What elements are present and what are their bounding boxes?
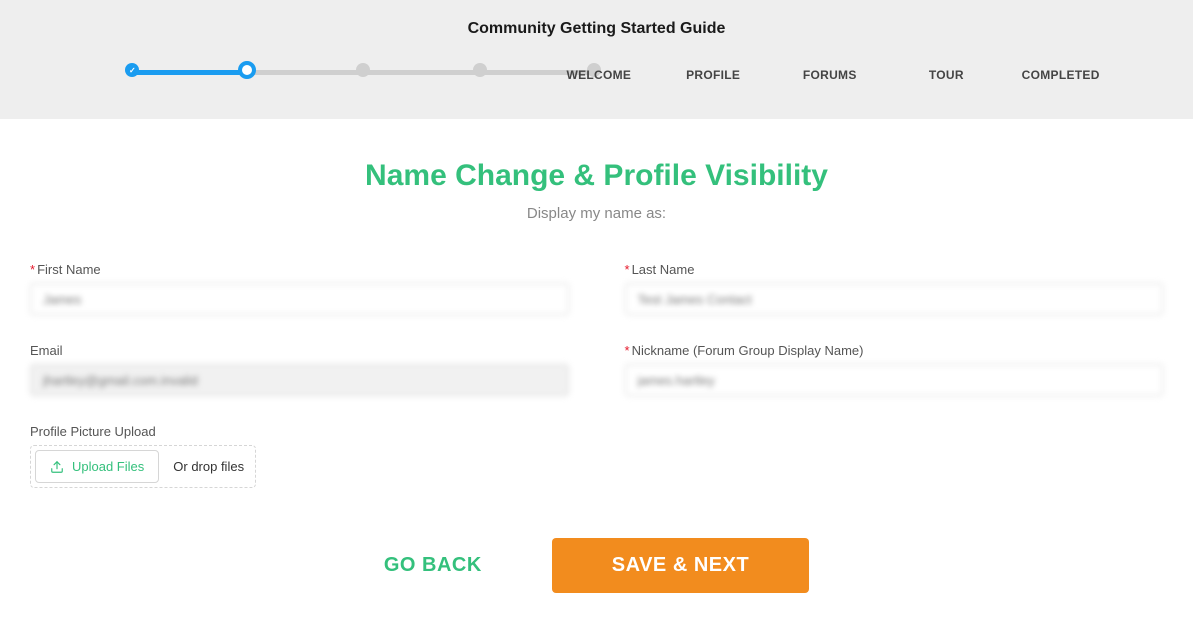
- email-input: [30, 364, 569, 396]
- guide-title: Community Getting Started Guide: [0, 20, 1193, 38]
- nickname-label: *Nickname (Forum Group Display Name): [625, 343, 1164, 358]
- stepper-line-2: [366, 70, 478, 75]
- save-next-button[interactable]: SAVE & NEXT: [552, 538, 809, 593]
- nickname-field-wrap: *Nickname (Forum Group Display Name): [625, 343, 1164, 396]
- stepper-line-1: [249, 70, 361, 75]
- form-actions: GO BACK SAVE & NEXT: [30, 538, 1163, 593]
- last-name-field-wrap: *Last Name: [625, 262, 1164, 315]
- nickname-input[interactable]: [625, 364, 1164, 396]
- page-subtitle: Display my name as:: [30, 205, 1163, 222]
- step-label-profile: PROFILE: [686, 68, 740, 82]
- first-name-label-text: First Name: [37, 262, 101, 277]
- upload-icon: [50, 460, 64, 474]
- stepper-line-0: [132, 70, 246, 75]
- step-label-welcome: WELCOME: [566, 68, 631, 82]
- go-back-button[interactable]: GO BACK: [384, 554, 482, 577]
- last-name-label-text: Last Name: [632, 262, 695, 277]
- main-content: Name Change & Profile Visibility Display…: [0, 119, 1193, 623]
- email-label: Email: [30, 343, 569, 358]
- upload-label: Profile Picture Upload: [30, 424, 1163, 439]
- last-name-input[interactable]: [625, 283, 1164, 315]
- step-node-profile[interactable]: [238, 61, 256, 79]
- step-node-tour[interactable]: [473, 63, 487, 77]
- upload-field-wrap: Profile Picture Upload Upload Files Or d…: [30, 424, 1163, 488]
- step-label-completed: COMPLETED: [1022, 68, 1100, 82]
- progress-stepper: WELCOME PROFILE FORUMS TOUR COMPLETED: [0, 63, 1193, 89]
- nickname-label-text: Nickname (Forum Group Display Name): [632, 343, 864, 358]
- required-asterisk: *: [30, 262, 35, 277]
- upload-files-button[interactable]: Upload Files: [35, 450, 159, 483]
- step-label-forums: FORUMS: [803, 68, 857, 82]
- first-name-label: *First Name: [30, 262, 569, 277]
- header-stepper-section: Community Getting Started Guide WELCOME …: [0, 0, 1193, 119]
- required-asterisk: *: [625, 343, 630, 358]
- step-label-tour: TOUR: [929, 68, 964, 82]
- last-name-label: *Last Name: [625, 262, 1164, 277]
- upload-dropzone[interactable]: Upload Files Or drop files: [30, 445, 256, 488]
- first-name-input[interactable]: [30, 283, 569, 315]
- upload-button-label: Upload Files: [72, 459, 144, 474]
- required-asterisk: *: [625, 262, 630, 277]
- first-name-field-wrap: *First Name: [30, 262, 569, 315]
- drop-files-text: Or drop files: [163, 446, 254, 487]
- email-field-wrap: Email: [30, 343, 569, 396]
- step-node-welcome[interactable]: [125, 63, 139, 77]
- profile-form: *First Name *Last Name Email *Nickname (…: [30, 262, 1163, 396]
- page-title: Name Change & Profile Visibility: [30, 159, 1163, 193]
- step-node-forums[interactable]: [356, 63, 370, 77]
